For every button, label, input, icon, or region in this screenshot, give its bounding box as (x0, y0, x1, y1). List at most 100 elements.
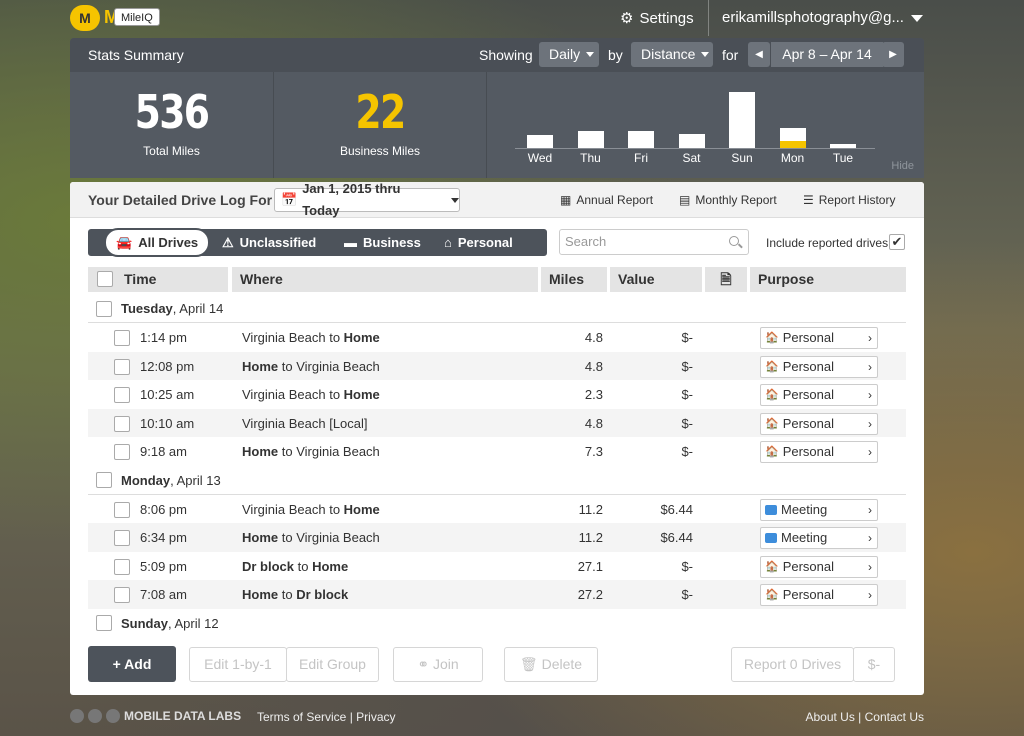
chart-bar[interactable] (577, 131, 604, 148)
period-value: Daily (549, 46, 581, 62)
drive-row[interactable]: 10:25 am Virginia Beach to Home 2.3 $- 🏠 Pers… (88, 380, 906, 409)
drive-row[interactable]: 1:14 pm Virginia Beach to Home 4.8 $- 🏠 Perso… (88, 323, 906, 352)
purpose-dropdown[interactable]: 🏠 Personal › (760, 384, 878, 406)
include-reported-checkbox[interactable]: ✔ (889, 234, 905, 250)
drive-value: $- (681, 330, 693, 345)
purpose-dropdown[interactable]: 🏠 Personal › (760, 412, 878, 435)
purpose-dropdown[interactable]: 🏠 Personal › (760, 327, 878, 349)
chart-bar[interactable] (729, 92, 755, 148)
purpose-dropdown[interactable]: 🏠 Personal › (760, 355, 878, 378)
add-drive-button[interactable]: + Add (88, 646, 176, 682)
drive-checkbox[interactable] (114, 530, 130, 546)
day-checkbox[interactable] (96, 615, 112, 632)
drive-row[interactable]: 12:08 pm Home to Virginia Beach 4.8 $- 🏠 Pers… (88, 351, 906, 380)
join-button[interactable]: ⚭ Join (393, 647, 483, 682)
drive-row[interactable]: 10:10 am Virginia Beach [Local] 4.8 $- 🏠 Pers… (88, 408, 906, 437)
mileiq-logo-icon[interactable]: M (70, 5, 100, 31)
drive-row[interactable]: 9:18 am Home to Virginia Beach 7.3 $- 🏠 Perso… (88, 437, 906, 466)
drive-table-body: Tuesday, April 14 1:14 pm Virginia Beach t… (88, 294, 906, 634)
for-label: for (722, 47, 739, 63)
drive-time: 9:18 am (140, 444, 187, 459)
terms-link[interactable]: Terms of Service (257, 710, 346, 724)
col-purpose[interactable]: Purpose (750, 267, 906, 292)
metric-dropdown[interactable]: Distance (631, 42, 713, 67)
date-filter-dropdown[interactable]: 📅 Jan 1, 2015 thru Today (274, 182, 460, 218)
report-history-link[interactable]: ☰ Report History (803, 193, 895, 207)
chart-bar[interactable] (527, 135, 553, 148)
drive-miles: 11.2 (578, 530, 603, 545)
drive-value: $- (681, 415, 693, 431)
drive-checkbox[interactable] (114, 358, 130, 375)
account-menu[interactable]: erikamillsphotography@g... (722, 9, 904, 26)
drive-checkbox[interactable] (114, 444, 130, 460)
annual-report-link[interactable]: ▦ Annual Report (560, 193, 653, 207)
col-value[interactable]: Value (610, 267, 702, 292)
list-icon: ☰ (803, 193, 814, 207)
drive-checkbox[interactable] (114, 501, 130, 518)
purpose-label: Personal (782, 558, 835, 574)
hide-chart-link[interactable]: Hide (891, 160, 914, 172)
chart-bar[interactable] (830, 143, 856, 148)
day-checkbox[interactable] (96, 300, 112, 317)
tab-personal[interactable]: ⌂ Personal (444, 229, 513, 256)
next-week-button[interactable]: ▶ (882, 42, 904, 67)
drive-value: $6.44 (660, 530, 693, 545)
drive-checkbox[interactable] (114, 330, 130, 346)
car-icon: 🚘 (116, 234, 133, 250)
annual-report-label: Annual Report (576, 193, 654, 207)
tab-unclassified[interactable]: ⚠ Unclassified (222, 229, 316, 256)
purpose-dropdown[interactable]: 🏠 Personal › (760, 441, 878, 463)
business-miles-stat: 22 Business Miles (274, 72, 486, 178)
cube-icon (106, 709, 120, 723)
drive-checkbox[interactable] (114, 415, 130, 432)
day-checkbox[interactable] (96, 472, 112, 489)
settings-link[interactable]: ⚙ Settings (620, 9, 694, 28)
tab-unclassified-label: Unclassified (239, 235, 317, 250)
total-miles-label: Total Miles (143, 144, 200, 158)
purpose-dropdown[interactable]: 🏠 Personal › (760, 584, 878, 606)
drive-checkbox[interactable] (114, 587, 130, 603)
chevron-down-icon[interactable] (911, 15, 923, 22)
report-history-label: Report History (818, 193, 896, 207)
warning-icon: ⚠ (222, 234, 234, 250)
edit-one-by-one-button[interactable]: Edit 1-by-1 (189, 647, 287, 682)
col-where[interactable]: Where (232, 267, 538, 292)
drive-value: $- (681, 358, 693, 374)
select-all-checkbox[interactable] (97, 271, 113, 287)
col-miles[interactable]: Miles (541, 267, 607, 292)
prev-week-button[interactable]: ◀ (748, 42, 770, 67)
purpose-dropdown[interactable]: 🏠 Personal › (760, 555, 878, 578)
period-dropdown[interactable]: Daily (539, 42, 599, 67)
drive-row[interactable]: 6:34 pm Home to Virginia Beach 11.2 $6.44 Me… (88, 523, 906, 552)
contact-link[interactable]: Contact Us (865, 710, 924, 724)
tab-all-drives[interactable]: 🚘 All Drives (104, 228, 211, 257)
chart-bar[interactable] (628, 131, 654, 148)
drive-checkbox[interactable] (114, 558, 130, 575)
search-input[interactable]: Search (559, 229, 749, 255)
report-value-button[interactable]: $- (853, 647, 895, 682)
purpose-dropdown[interactable]: Meeting › (760, 527, 878, 549)
join-label: Join (432, 656, 459, 672)
tab-business[interactable]: ▬ Business (344, 229, 421, 256)
report-drives-button[interactable]: Report 0 Drives (731, 647, 854, 682)
purpose-dropdown[interactable]: Meeting › (760, 498, 878, 521)
day-name: Tuesday (121, 301, 173, 316)
action-bar: + Add Edit 1-by-1 Edit Group ⚭ Join 🗑 De… (88, 646, 906, 682)
chart-bar[interactable] (779, 127, 806, 148)
drive-miles: 4.8 (584, 358, 603, 374)
chevron-right-icon: › (868, 331, 872, 345)
privacy-link[interactable]: Privacy (356, 710, 395, 724)
col-notes[interactable]: 🗎 (705, 267, 747, 292)
business-miles-label: Business Miles (339, 144, 421, 158)
about-link[interactable]: About Us (805, 710, 854, 724)
edit-group-button[interactable]: Edit Group (286, 647, 379, 682)
drive-row[interactable]: 5:09 pm Dr block to Home 27.1 $- 🏠 Personal › (88, 552, 906, 581)
drive-checkbox[interactable] (114, 387, 130, 403)
chart-bar[interactable] (678, 133, 705, 148)
drive-row[interactable]: 8:06 pm Virginia Beach to Home 11.2 $6.44 Me… (88, 495, 906, 524)
purpose-label: Personal (782, 415, 835, 431)
monthly-report-link[interactable]: ▤ Monthly Report (679, 193, 777, 207)
drive-row[interactable]: 7:08 am Home to Dr block 27.2 $- 🏠 Personal › (88, 580, 906, 609)
delete-button[interactable]: 🗑 Delete (504, 647, 598, 682)
divider (486, 72, 487, 178)
